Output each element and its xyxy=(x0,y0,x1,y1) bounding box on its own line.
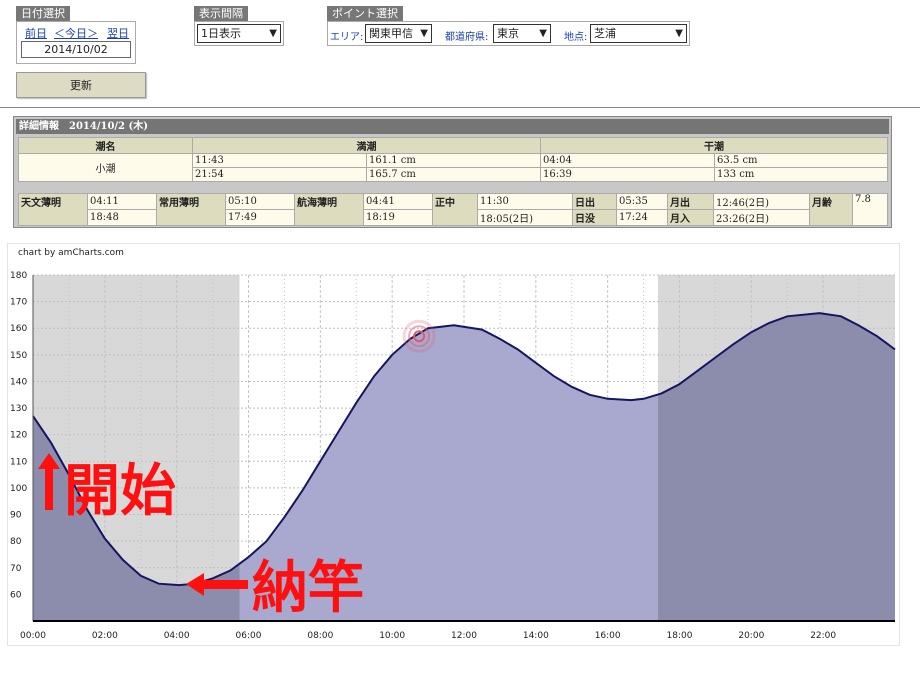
tide-table: 潮名 満潮 干潮 小潮 11:43 161.1 cm 04:04 63.5 cm… xyxy=(18,137,888,182)
high-tide-header: 満潮 xyxy=(192,137,541,154)
civil-twilight-label: 常用薄明 xyxy=(156,193,226,226)
high-tide-time: 21:54 xyxy=(192,167,367,182)
area-label: エリア: xyxy=(330,32,364,43)
culmination-am: 11:30 xyxy=(477,193,573,210)
high-tide-level: 161.1 cm xyxy=(366,153,541,168)
prefecture-dropdown-value: 東京 xyxy=(497,27,519,40)
sunrise-label: 日出 xyxy=(572,193,617,210)
divider xyxy=(0,107,920,108)
civil-twilight-pm: 17:49 xyxy=(225,209,295,226)
culmination-pm: 18:05(2日) xyxy=(477,209,573,226)
astronomical-twilight-pm: 18:48 xyxy=(87,209,157,226)
spot-dropdown[interactable]: 芝浦 ▼ xyxy=(590,24,687,43)
area-dropdown[interactable]: 関東甲信 ▼ xyxy=(365,24,432,43)
moonset-value: 23:26(2日) xyxy=(713,209,810,226)
moonrise-label: 月出 xyxy=(667,193,714,210)
update-button[interactable]: 更新 xyxy=(16,72,146,98)
next-day-link[interactable]: 翌日 xyxy=(107,25,129,41)
point-select-title: ポイント選択 xyxy=(327,6,403,21)
sunset-value: 17:24 xyxy=(616,209,668,226)
astro-table: 天文薄明 04:11 常用薄明 05:10 航海薄明 04:41 正中 11:3… xyxy=(18,193,888,226)
interval-dropdown-value: 1日表示 xyxy=(201,27,241,40)
nautical-twilight-am: 04:41 xyxy=(363,193,433,210)
prefecture-dropdown[interactable]: 東京 ▼ xyxy=(493,24,551,43)
tide-chart-frame xyxy=(7,243,900,646)
detail-heading: 詳細情報 2014/10/2 (木) xyxy=(16,119,889,134)
culmination-label: 正中 xyxy=(432,193,478,226)
low-tide-header: 干潮 xyxy=(540,137,888,154)
nautical-twilight-label: 航海薄明 xyxy=(294,193,364,226)
date-select-box: 前日 ＜今日＞ 翌日 2014/10/02 xyxy=(16,21,136,64)
interval-dropdown[interactable]: 1日表示 ▼ xyxy=(197,24,281,43)
low-tide-time: 04:04 xyxy=(540,153,715,168)
spot-dropdown-value: 芝浦 xyxy=(594,27,616,40)
spot-label: 地点: xyxy=(564,32,588,43)
chevron-down-icon: ▼ xyxy=(269,28,277,39)
low-tide-time: 16:39 xyxy=(540,167,715,182)
date-input[interactable]: 2014/10/02 xyxy=(21,41,131,58)
astronomical-twilight-am: 04:11 xyxy=(87,193,157,210)
point-select-box: エリア: 関東甲信 ▼ 都道府県: 東京 ▼ 地点: 芝浦 ▼ xyxy=(327,21,690,46)
detail-panel: 詳細情報 2014/10/2 (木) 潮名 満潮 干潮 小潮 11:43 161… xyxy=(13,116,892,228)
tide-name: 小潮 xyxy=(18,153,193,182)
tide-name-header: 潮名 xyxy=(18,137,193,154)
sunset-label: 日没 xyxy=(572,209,617,226)
low-tide-level: 63.5 cm xyxy=(714,153,888,168)
moonset-label: 月入 xyxy=(667,209,714,226)
chart-credit: chart by amCharts.com xyxy=(18,248,124,258)
astronomical-twilight-label: 天文薄明 xyxy=(18,193,88,226)
moon-age-value: 7.8 xyxy=(852,193,888,226)
interval-select-box: 1日表示 ▼ xyxy=(194,21,284,46)
moon-age-label: 月齢 xyxy=(809,193,853,226)
prev-day-link[interactable]: 前日 xyxy=(25,25,47,41)
chevron-down-icon: ▼ xyxy=(675,28,683,39)
civil-twilight-am: 05:10 xyxy=(225,193,295,210)
moonrise-value: 12:46(2日) xyxy=(713,193,810,210)
high-tide-level: 165.7 cm xyxy=(366,167,541,182)
date-select-title: 日付選択 xyxy=(16,6,70,21)
today-link[interactable]: ＜今日＞ xyxy=(54,25,98,41)
prefecture-label: 都道府県: xyxy=(445,32,489,43)
high-tide-time: 11:43 xyxy=(192,153,367,168)
interval-select-title: 表示間隔 xyxy=(194,6,248,21)
sunrise-value: 05:35 xyxy=(616,193,668,210)
chevron-down-icon: ▼ xyxy=(539,28,547,39)
low-tide-level: 133 cm xyxy=(714,167,888,182)
area-dropdown-value: 関東甲信 xyxy=(369,27,413,40)
nautical-twilight-pm: 18:19 xyxy=(363,209,433,226)
chevron-down-icon: ▼ xyxy=(420,28,428,39)
